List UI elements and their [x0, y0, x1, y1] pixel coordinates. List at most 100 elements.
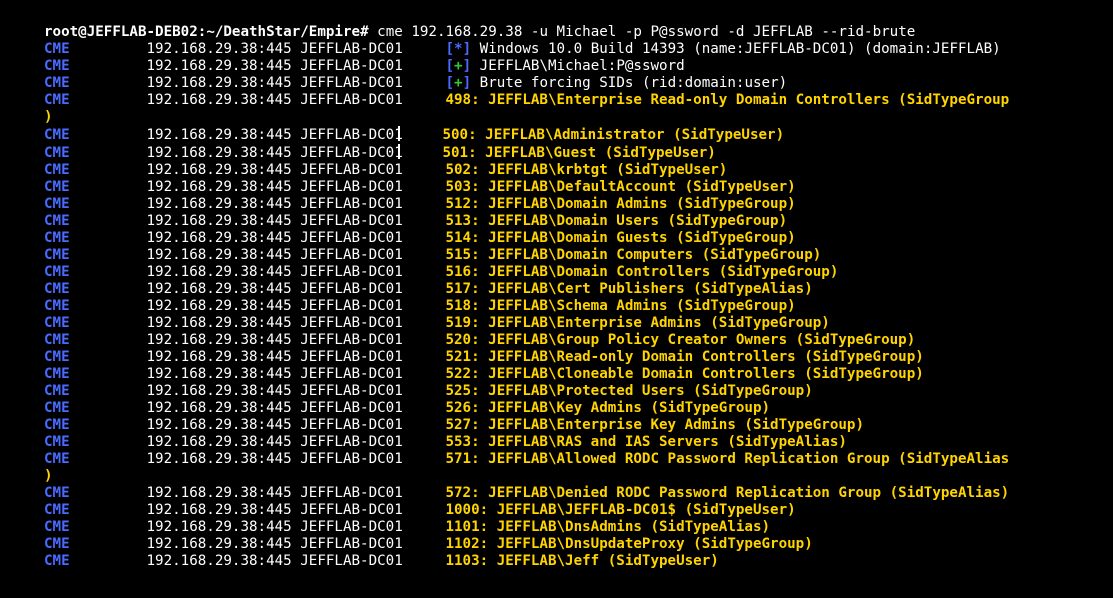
protocol-tag: CME — [44, 519, 147, 535]
rid-entry: 515: JEFFLAB\Domain Computers (SidTypeGr… — [445, 247, 821, 263]
protocol-tag: CME — [44, 451, 147, 467]
target: 192.168.29.38:445 — [147, 519, 301, 535]
target: 192.168.29.38:445 — [147, 75, 301, 91]
target: 192.168.29.38:445 — [147, 366, 301, 382]
rid-entry: 516: JEFFLAB\Domain Controllers (SidType… — [445, 264, 838, 280]
rid-entry: 571: JEFFLAB\Allowed RODC Password Repli… — [445, 451, 1009, 467]
status-glyph: * — [454, 41, 463, 57]
rid-entry: 498: JEFFLAB\Enterprise Read-only Domain… — [445, 92, 1009, 108]
rid-entry: 1101: JEFFLAB\DnsAdmins (SidTypeAlias) — [445, 519, 770, 535]
rid-row: CME 192.168.29.38:445 JEFFLAB-DC01 517: … — [44, 281, 1113, 298]
target: 192.168.29.38:445 — [147, 230, 301, 246]
protocol-tag: CME — [44, 315, 147, 331]
dc-host: JEFFLAB-DC01 — [300, 383, 403, 399]
rid-row: CME 192.168.29.38:445 JEFFLAB-DC01 503: … — [44, 179, 1113, 196]
rid-row: CME 192.168.29.38:445 JEFFLAB-DC01 553: … — [44, 434, 1113, 451]
target: 192.168.29.38:445 — [147, 485, 301, 501]
rid-entry: 517: JEFFLAB\Cert Publishers (SidTypeAli… — [445, 281, 812, 297]
terminal-output[interactable]: root@JEFFLAB-DEB02:~/DeathStar/Empire# c… — [0, 0, 1113, 594]
target: 192.168.29.38:445 — [147, 417, 301, 433]
target: 192.168.29.38:445 — [147, 298, 301, 314]
rid-row: CME 192.168.29.38:445 JEFFLAB-DC01 521: … — [44, 349, 1113, 366]
protocol-tag: CME — [44, 383, 147, 399]
protocol-tag: CME — [44, 536, 147, 552]
dc-host: JEFFLAB-DC01 — [300, 298, 403, 314]
rid-entry: 522: JEFFLAB\Cloneable Domain Controller… — [445, 366, 923, 382]
rid-row: CME 192.168.29.38:445 JEFFLAB-DC01 520: … — [44, 332, 1113, 349]
protocol-tag: CME — [44, 247, 147, 263]
target: 192.168.29.38:445 — [147, 553, 301, 569]
rid-entry: 513: JEFFLAB\Domain Users (SidTypeGroup) — [445, 213, 787, 229]
rid-row: CME 192.168.29.38:445 JEFFLAB-DC01 525: … — [44, 383, 1113, 400]
rid-row: CME 192.168.29.38:445 JEFFLAB-DC01 1102:… — [44, 536, 1113, 553]
dc-host: JEFFLAB-DC01 — [300, 519, 403, 535]
rid-entry: 553: JEFFLAB\RAS and IAS Servers (SidTyp… — [445, 434, 846, 450]
protocol-tag: CME — [44, 349, 147, 365]
target: 192.168.29.38:445 — [147, 162, 301, 178]
protocol-tag: CME — [44, 127, 147, 143]
dc-host: JEFFLAB-DC01 — [300, 315, 403, 331]
rid-row: CME 192.168.29.38:445 JEFFLAB-DC01 501: … — [44, 144, 1113, 162]
rid-entry: 521: JEFFLAB\Read-only Domain Controller… — [445, 349, 923, 365]
target: 192.168.29.38:445 — [147, 502, 301, 518]
dc-host: JEFFLAB-DC01 — [300, 162, 403, 178]
target: 192.168.29.38:445 — [147, 92, 301, 108]
protocol-tag: CME — [44, 434, 147, 450]
rid-row: CME 192.168.29.38:445 JEFFLAB-DC01 1103:… — [44, 553, 1113, 570]
dc-host: JEFFLAB-DC01 — [300, 485, 403, 501]
dc-host: JEFFLAB-DC01 — [300, 434, 403, 450]
rid-entry: 1102: JEFFLAB\DnsUpdateProxy (SidTypeGro… — [445, 536, 812, 552]
dc-host: JEFFLAB-DC01 — [300, 213, 403, 229]
target: 192.168.29.38:445 — [147, 315, 301, 331]
protocol-tag: CME — [44, 92, 147, 108]
target: 192.168.29.38:445 — [147, 349, 301, 365]
dc-host: JEFFLAB-DC01 — [300, 58, 403, 74]
rid-row: CME 192.168.29.38:445 JEFFLAB-DC01 522: … — [44, 366, 1113, 383]
rid-entry: 527: JEFFLAB\Enterprise Key Admins (SidT… — [445, 417, 864, 433]
rid-row: CME 192.168.29.38:445 JEFFLAB-DC01 1101:… — [44, 519, 1113, 536]
protocol-tag: CME — [44, 417, 147, 433]
protocol-tag: CME — [44, 298, 147, 314]
protocol-tag: CME — [44, 332, 147, 348]
rid-row: CME 192.168.29.38:445 JEFFLAB-DC01 516: … — [44, 264, 1113, 281]
target: 192.168.29.38:445 — [147, 434, 301, 450]
dc-host: JEFFLAB-DC01 — [300, 145, 403, 161]
target: 192.168.29.38:445 — [147, 383, 301, 399]
prompt-path: ~/DeathStar/Empire — [206, 24, 360, 40]
rid-row: CME 192.168.29.38:445 JEFFLAB-DC01 515: … — [44, 247, 1113, 264]
dc-host: JEFFLAB-DC01 — [300, 75, 403, 91]
info-line: CME 192.168.29.38:445 JEFFLAB-DC01 [+] B… — [44, 75, 1113, 92]
prompt-user: root — [44, 24, 78, 40]
protocol-tag: CME — [44, 213, 147, 229]
target: 192.168.29.38:445 — [147, 127, 301, 143]
prompt-line[interactable]: root@JEFFLAB-DEB02:~/DeathStar/Empire# c… — [44, 24, 1113, 41]
dc-host: JEFFLAB-DC01 — [300, 247, 403, 263]
dc-host: JEFFLAB-DC01 — [300, 400, 403, 416]
protocol-tag: CME — [44, 485, 147, 501]
protocol-tag: CME — [44, 400, 147, 416]
rid-row: CME 192.168.29.38:445 JEFFLAB-DC01 527: … — [44, 417, 1113, 434]
rid-row: CME 192.168.29.38:445 JEFFLAB-DC01 500: … — [44, 126, 1113, 144]
status-glyph: + — [454, 58, 463, 74]
target: 192.168.29.38:445 — [147, 332, 301, 348]
rid-row: CME 192.168.29.38:445 JEFFLAB-DC01 1000:… — [44, 502, 1113, 519]
info-line: CME 192.168.29.38:445 JEFFLAB-DC01 [*] W… — [44, 41, 1113, 58]
rid-entry: 501: JEFFLAB\Guest (SidTypeUser) — [442, 145, 715, 161]
rid-entry: 1103: JEFFLAB\Jeff (SidTypeUser) — [445, 553, 718, 569]
rid-row-wrap: ) — [44, 109, 1113, 126]
rid-row: CME 192.168.29.38:445 JEFFLAB-DC01 571: … — [44, 451, 1113, 468]
rid-row: CME 192.168.29.38:445 JEFFLAB-DC01 518: … — [44, 298, 1113, 315]
target: 192.168.29.38:445 — [147, 145, 301, 161]
status-glyph: + — [454, 75, 463, 91]
rid-row: CME 192.168.29.38:445 JEFFLAB-DC01 502: … — [44, 162, 1113, 179]
protocol-tag: CME — [44, 281, 147, 297]
info-text: Brute forcing SIDs (rid:domain:user) — [480, 75, 788, 91]
rid-entry: 518: JEFFLAB\Schema Admins (SidTypeGroup… — [445, 298, 795, 314]
rid-row: CME 192.168.29.38:445 JEFFLAB-DC01 512: … — [44, 196, 1113, 213]
dc-host: JEFFLAB-DC01 — [300, 553, 403, 569]
protocol-tag: CME — [44, 162, 147, 178]
dc-host: JEFFLAB-DC01 — [300, 127, 403, 143]
rid-entry: 514: JEFFLAB\Domain Guests (SidTypeGroup… — [445, 230, 795, 246]
protocol-tag: CME — [44, 41, 147, 57]
rid-entry: 512: JEFFLAB\Domain Admins (SidTypeGroup… — [445, 196, 795, 212]
